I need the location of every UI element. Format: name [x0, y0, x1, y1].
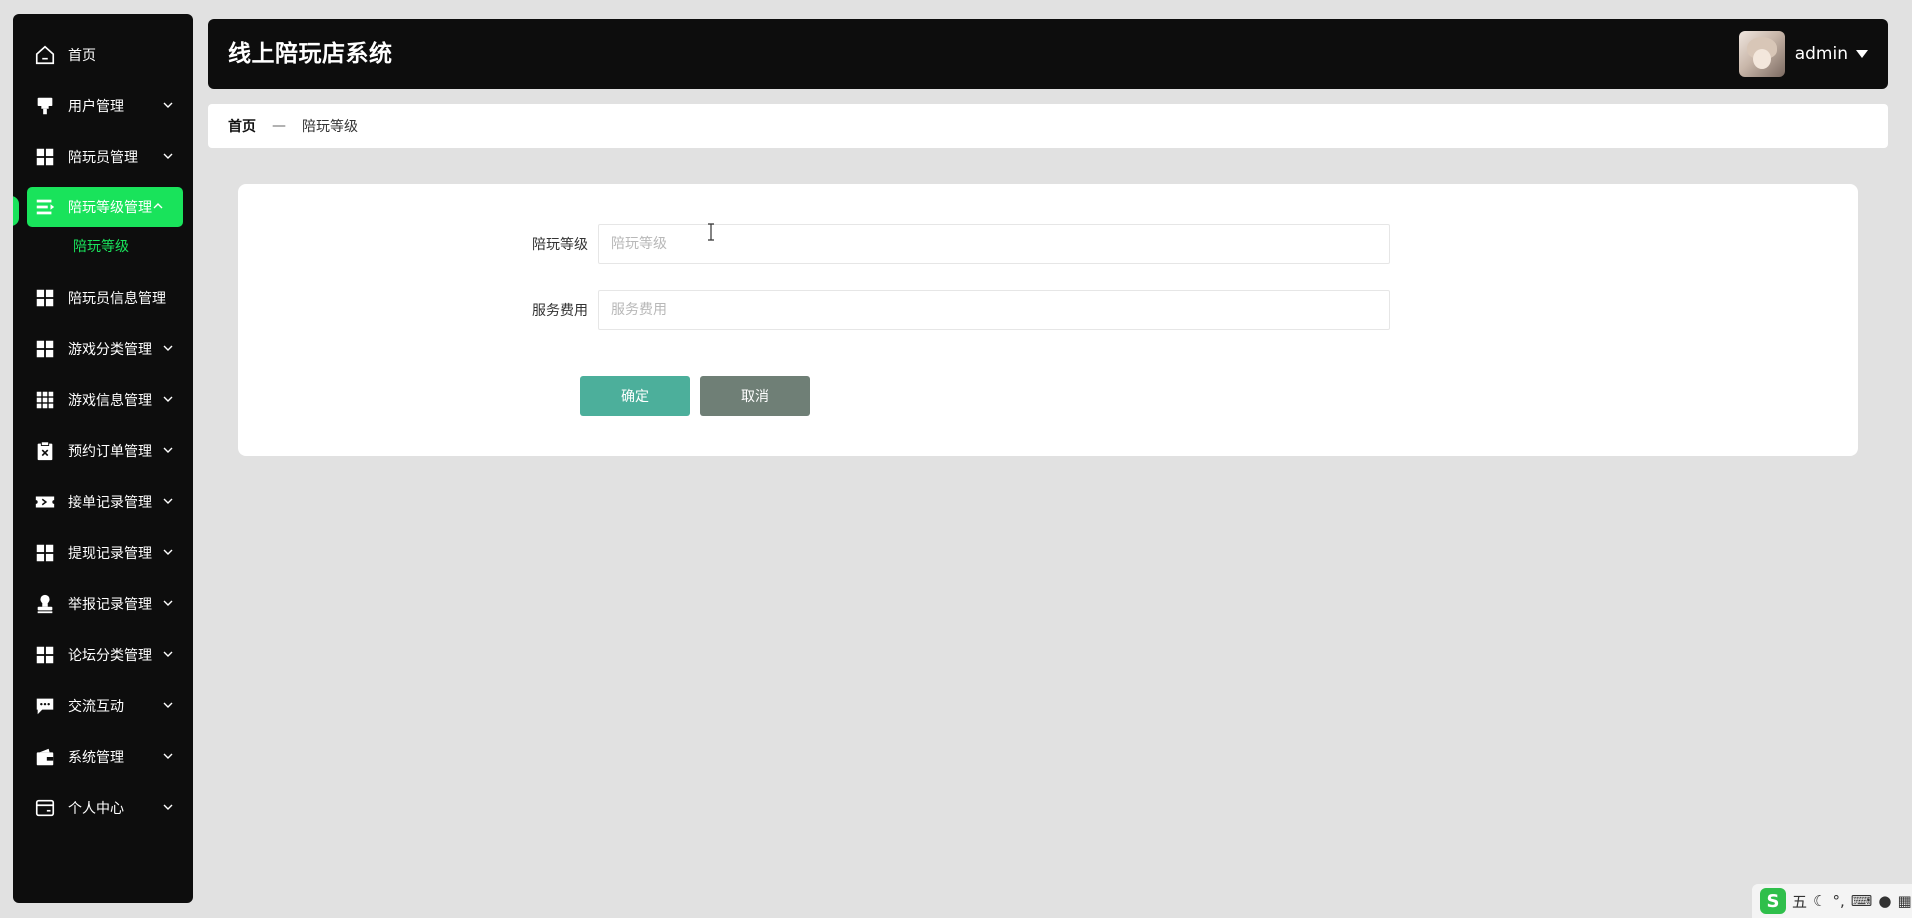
sidebar-item-level-management[interactable]: 陪玩等级管理 [27, 187, 183, 227]
text-cursor-icon [708, 223, 714, 241]
user-menu[interactable]: admin [1738, 30, 1868, 78]
fee-input[interactable] [598, 290, 1390, 330]
sidebar-subitem-level[interactable]: 陪玩等级 [13, 227, 193, 267]
sidebar-group-level: 陪玩等级管理 陪玩等级 [13, 182, 193, 272]
sidebar-item-user-management[interactable]: 用户管理 [13, 80, 193, 131]
fee-label: 服务费用 [532, 303, 588, 319]
sidebar-item-label: 陪玩员信息管理 [68, 290, 166, 307]
chevron-down-icon [163, 153, 173, 159]
sidebar-item-label: 游戏信息管理 [68, 392, 152, 409]
chevron-down-icon [163, 804, 173, 810]
chevron-down-icon [163, 753, 173, 759]
sidebar-item-label: 用户管理 [68, 98, 124, 115]
chevron-down-icon [163, 651, 173, 657]
grid-icon [34, 644, 56, 666]
chevron-down-icon [163, 447, 173, 453]
user-icon[interactable]: ● [1878, 892, 1891, 910]
sidebar-item-home[interactable]: 首页 [13, 29, 193, 80]
avatar [1738, 31, 1785, 77]
ime-toolbar[interactable]: S 五 ☾ °, ⌨ ● ▦ [1752, 884, 1912, 918]
chevron-down-icon [163, 396, 173, 402]
active-indicator [13, 196, 19, 226]
keyboard-icon[interactable]: ⌨ [1851, 892, 1873, 910]
chat-icon [34, 695, 56, 717]
user-manage-icon [34, 95, 56, 117]
sidebar-item-personal-center[interactable]: 个人中心 [13, 782, 193, 833]
home-icon [34, 44, 56, 66]
apps-icon [34, 389, 56, 411]
ime-logo-icon: S [1760, 888, 1786, 914]
sidebar-item-label: 论坛分类管理 [68, 647, 152, 664]
chevron-down-icon [163, 702, 173, 708]
cancel-button[interactable]: 取消 [700, 376, 810, 416]
clipboard-x-icon [34, 440, 56, 462]
sidebar-item-label: 系统管理 [68, 749, 124, 766]
sidebar-item-interaction[interactable]: 交流互动 [13, 680, 193, 731]
form-card: 陪玩等级 服务费用 确定 取消 [238, 184, 1858, 456]
chevron-down-icon [163, 102, 173, 108]
sidebar-item-label: 预约订单管理 [68, 443, 152, 460]
grid-icon [34, 287, 56, 309]
chevron-up-icon [153, 203, 163, 209]
sidebar-item-report-records[interactable]: 举报记录管理 [13, 578, 193, 629]
ime-mode[interactable]: 五 [1792, 891, 1807, 912]
chevron-down-icon [163, 345, 173, 351]
sidebar-item-label: 陪玩等级管理 [68, 200, 152, 216]
sidebar: 首页 用户管理 陪玩员管理 陪玩等级管理 陪玩等级 陪玩员信息管理 游戏分类管理… [13, 14, 193, 903]
sidebar-item-label: 提现记录管理 [68, 545, 152, 562]
breadcrumb-separator: — [272, 118, 286, 134]
grid-menu-icon[interactable]: ▦ [1898, 892, 1912, 910]
breadcrumb: 首页 — 陪玩等级 [208, 104, 1888, 148]
form-row-level: 陪玩等级 [498, 224, 1390, 264]
confirm-button[interactable]: 确定 [580, 376, 690, 416]
caret-down-icon [1856, 50, 1868, 58]
chevron-down-icon [163, 600, 173, 606]
moon-icon[interactable]: ☾ [1813, 892, 1826, 910]
list-icon [34, 196, 56, 218]
sidebar-item-withdraw-records[interactable]: 提现记录管理 [13, 527, 193, 578]
ticket-icon [34, 491, 56, 513]
sidebar-item-booking-orders[interactable]: 预约订单管理 [13, 425, 193, 476]
chevron-down-icon [163, 498, 173, 504]
breadcrumb-home[interactable]: 首页 [228, 116, 256, 136]
form-row-fee: 服务费用 [498, 290, 1390, 330]
chevron-down-icon [163, 549, 173, 555]
breadcrumb-current: 陪玩等级 [302, 119, 358, 135]
card-icon [34, 797, 56, 819]
level-label: 陪玩等级 [532, 237, 588, 253]
user-name: admin [1794, 44, 1848, 64]
sidebar-item-label: 交流互动 [68, 698, 124, 715]
sidebar-item-label: 游戏分类管理 [68, 341, 152, 358]
app-title: 线上陪玩店系统 [228, 41, 393, 67]
stamp-icon [34, 593, 56, 615]
form-actions: 确定 取消 [580, 376, 820, 416]
punctuation-icon[interactable]: °, [1832, 892, 1844, 910]
sidebar-item-label: 陪玩员管理 [68, 149, 138, 166]
sidebar-item-system[interactable]: 系统管理 [13, 731, 193, 782]
sidebar-item-companion-info[interactable]: 陪玩员信息管理 [13, 272, 193, 323]
sidebar-item-order-records[interactable]: 接单记录管理 [13, 476, 193, 527]
sidebar-item-game-info[interactable]: 游戏信息管理 [13, 374, 193, 425]
grid-icon [34, 542, 56, 564]
sidebar-item-label: 个人中心 [68, 800, 124, 817]
sidebar-item-game-category[interactable]: 游戏分类管理 [13, 323, 193, 374]
sidebar-item-companion-management[interactable]: 陪玩员管理 [13, 131, 193, 182]
top-header: 线上陪玩店系统 admin [208, 19, 1888, 89]
sidebar-item-label: 接单记录管理 [68, 494, 152, 511]
sidebar-item-label: 举报记录管理 [68, 596, 152, 613]
sidebar-item-label: 首页 [68, 47, 96, 64]
grid-icon [34, 146, 56, 168]
sidebar-item-forum-category[interactable]: 论坛分类管理 [13, 629, 193, 680]
grid-icon [34, 338, 56, 360]
wallet-icon [34, 746, 56, 768]
